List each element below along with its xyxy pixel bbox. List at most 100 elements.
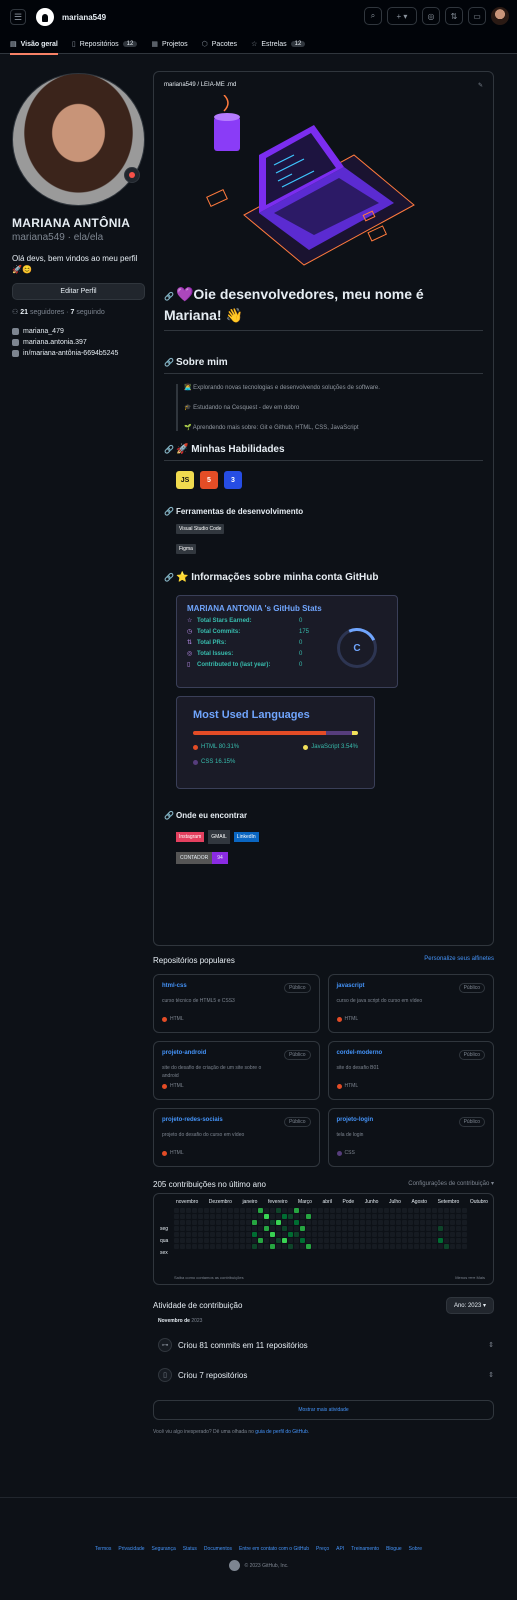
calendar-cell[interactable] (438, 1208, 443, 1213)
calendar-cell[interactable] (432, 1220, 437, 1225)
calendar-cell[interactable] (222, 1238, 227, 1243)
calendar-cell[interactable] (456, 1220, 461, 1225)
activity-item[interactable]: ⊶ Criou 81 commits em 11 repositórios ⇕ (158, 1337, 494, 1353)
footer-link[interactable]: Documentos (204, 1546, 232, 1552)
profile-guide-link[interactable]: guia de perfil do GitHub (255, 1429, 308, 1435)
calendar-cell[interactable] (192, 1208, 197, 1213)
anchor-link-icon[interactable]: 🔗 (164, 811, 174, 820)
calendar-cell[interactable] (426, 1220, 431, 1225)
calendar-cell[interactable] (228, 1214, 233, 1219)
calendar-cell[interactable] (204, 1220, 209, 1225)
calendar-cell[interactable] (198, 1232, 203, 1237)
calendar-cell[interactable] (294, 1208, 299, 1213)
calendar-cell[interactable] (258, 1244, 263, 1249)
calendar-cell[interactable] (408, 1220, 413, 1225)
calendar-cell[interactable] (348, 1244, 353, 1249)
calendar-cell[interactable] (462, 1226, 467, 1231)
calendar-cell[interactable] (252, 1244, 257, 1249)
calendar-cell[interactable] (360, 1244, 365, 1249)
calendar-cell[interactable] (174, 1208, 179, 1213)
calendar-cell[interactable] (432, 1208, 437, 1213)
calendar-cell[interactable] (318, 1208, 323, 1213)
calendar-cell[interactable] (354, 1220, 359, 1225)
calendar-cell[interactable] (324, 1214, 329, 1219)
calendar-cell[interactable] (222, 1214, 227, 1219)
calendar-cell[interactable] (360, 1232, 365, 1237)
calendar-cell[interactable] (408, 1226, 413, 1231)
calendar-cell[interactable] (306, 1226, 311, 1231)
calendar-cell[interactable] (420, 1244, 425, 1249)
calendar-cell[interactable] (282, 1214, 287, 1219)
calendar-cell[interactable] (318, 1220, 323, 1225)
calendar-cell[interactable] (384, 1226, 389, 1231)
calendar-cell[interactable] (330, 1238, 335, 1243)
calendar-cell[interactable] (384, 1238, 389, 1243)
calendar-cell[interactable] (192, 1238, 197, 1243)
calendar-cell[interactable] (222, 1220, 227, 1225)
calendar-cell[interactable] (372, 1220, 377, 1225)
repo-card[interactable]: projeto-login Público tela de login CSS (327, 1108, 494, 1167)
calendar-cell[interactable] (204, 1238, 209, 1243)
calendar-cell[interactable] (408, 1232, 413, 1237)
calendar-cell[interactable] (414, 1220, 419, 1225)
calendar-cell[interactable] (198, 1238, 203, 1243)
footer-link[interactable]: Termos (95, 1546, 111, 1552)
calendar-cell[interactable] (282, 1244, 287, 1249)
calendar-cell[interactable] (210, 1214, 215, 1219)
calendar-cell[interactable] (336, 1226, 341, 1231)
footer-link[interactable]: Privacidade (118, 1546, 144, 1552)
calendar-cell[interactable] (282, 1232, 287, 1237)
calendar-cell[interactable] (222, 1208, 227, 1213)
repo-card[interactable]: projeto-android Público site do desafio de… (153, 1041, 320, 1100)
calendar-cell[interactable] (300, 1220, 305, 1225)
calendar-cell[interactable] (372, 1244, 377, 1249)
show-more-activity-button[interactable]: Mostrar mais atividade (153, 1400, 494, 1420)
calendar-cell[interactable] (426, 1238, 431, 1243)
calendar-cell[interactable] (402, 1238, 407, 1243)
activity-item[interactable]: ▯ Criou 7 repositórios ⇕ (158, 1367, 494, 1383)
calendar-cell[interactable] (306, 1238, 311, 1243)
calendar-cell[interactable] (174, 1238, 179, 1243)
calendar-cell[interactable] (270, 1220, 275, 1225)
calendar-cell[interactable] (372, 1214, 377, 1219)
calendar-cell[interactable] (186, 1214, 191, 1219)
tab-overview[interactable]: ▤ Visão geral (10, 34, 58, 55)
calendar-cell[interactable] (246, 1232, 251, 1237)
calendar-cell[interactable] (456, 1226, 461, 1231)
calendar-cell[interactable] (324, 1244, 329, 1249)
footer-link[interactable]: Segurança (152, 1546, 176, 1552)
calendar-cell[interactable] (360, 1208, 365, 1213)
calendar-cell[interactable] (198, 1214, 203, 1219)
calendar-cell[interactable] (186, 1244, 191, 1249)
calendar-cell[interactable] (276, 1238, 281, 1243)
calendar-cell[interactable] (402, 1232, 407, 1237)
calendar-cell[interactable] (342, 1220, 347, 1225)
calendar-cell[interactable] (354, 1226, 359, 1231)
calendar-cell[interactable] (246, 1226, 251, 1231)
calendar-cell[interactable] (396, 1232, 401, 1237)
calendar-cell[interactable] (354, 1208, 359, 1213)
calendar-cell[interactable] (444, 1244, 449, 1249)
calendar-cell[interactable] (306, 1214, 311, 1219)
calendar-cell[interactable] (360, 1226, 365, 1231)
following-count[interactable]: 7 (70, 309, 74, 316)
calendar-cell[interactable] (390, 1208, 395, 1213)
calendar-cell[interactable] (450, 1226, 455, 1231)
calendar-cell[interactable] (234, 1220, 239, 1225)
calendar-cell[interactable] (276, 1208, 281, 1213)
calendar-cell[interactable] (330, 1214, 335, 1219)
calendar-cell[interactable] (384, 1208, 389, 1213)
expand-icon[interactable]: ⇕ (488, 1371, 494, 1379)
calendar-cell[interactable] (312, 1220, 317, 1225)
calendar-cell[interactable] (294, 1232, 299, 1237)
facebook-link[interactable]: mariana.antonia.397 (12, 339, 145, 346)
calendar-cell[interactable] (312, 1208, 317, 1213)
calendar-cell[interactable] (186, 1226, 191, 1231)
calendar-cell[interactable] (198, 1220, 203, 1225)
anchor-link-icon[interactable]: 🔗 (164, 358, 174, 367)
calendar-cell[interactable] (240, 1238, 245, 1243)
calendar-cell[interactable] (198, 1208, 203, 1213)
calendar-cell[interactable] (300, 1208, 305, 1213)
learn-link[interactable]: Saiba como contamos as contribuições (174, 1275, 244, 1280)
issues-icon[interactable]: ◎ (422, 7, 440, 25)
